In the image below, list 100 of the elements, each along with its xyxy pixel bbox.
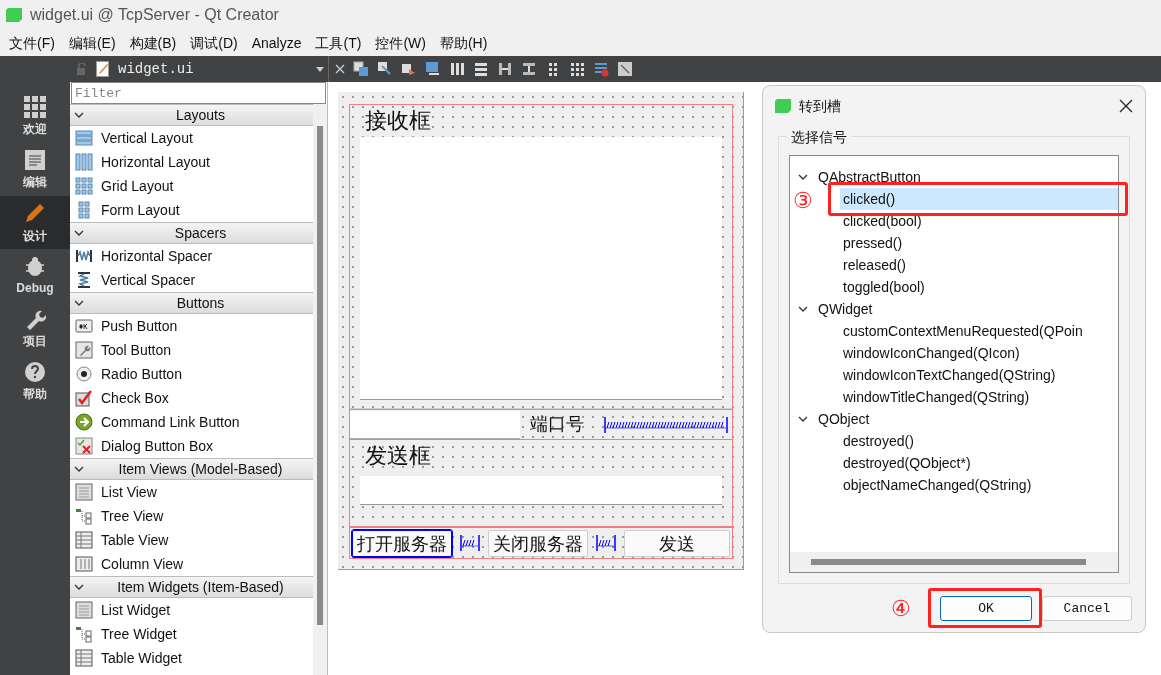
widget-list-item[interactable]: Dialog Button Box — [70, 434, 313, 458]
edit-widgets-icon[interactable] — [353, 61, 369, 77]
adjust-size-icon[interactable] — [617, 61, 633, 77]
widget-list-item[interactable]: Form Layout — [70, 198, 313, 222]
chevron-down-icon[interactable] — [798, 306, 808, 312]
edit-signals-icon[interactable] — [377, 61, 393, 77]
tree-group-row[interactable]: QAbstractButton — [790, 166, 1118, 188]
mode-button[interactable]: 欢迎 — [0, 90, 70, 143]
form-push-button[interactable]: 关闭服务器 — [488, 529, 588, 557]
mode-button[interactable]: 编辑 — [0, 143, 70, 196]
window-title: widget.ui @ TcpServer - Qt Creator — [30, 5, 279, 25]
grid-layout-icon[interactable] — [569, 61, 585, 77]
cancel-button[interactable]: Cancel — [1042, 596, 1132, 621]
menu-item[interactable]: Analyze — [244, 32, 309, 54]
horizontal-splitter-icon[interactable] — [497, 61, 513, 77]
chevron-down-icon[interactable] — [74, 230, 84, 236]
menu-item[interactable]: 工具(T) — [308, 32, 369, 54]
widget-list-item[interactable]: Radio Button — [70, 362, 313, 386]
category-header[interactable]: Layouts — [70, 104, 313, 126]
category-header[interactable]: Spacers — [70, 222, 313, 244]
menu-item[interactable]: 文件(F) — [2, 32, 62, 54]
document-icon — [24, 148, 46, 171]
signal-item[interactable]: clicked(bool) — [840, 210, 1118, 232]
mode-button[interactable]: Debug — [0, 249, 70, 302]
port-input[interactable] — [350, 410, 520, 439]
chevron-down-icon[interactable] — [74, 112, 84, 118]
close-icon[interactable] — [1119, 99, 1133, 113]
mode-button[interactable]: 设计 — [0, 196, 70, 249]
bug-icon — [24, 254, 46, 277]
widget-list-item[interactable]: Vertical Layout — [70, 126, 313, 150]
annotation-number: ③ — [793, 187, 813, 215]
vertical-splitter-icon[interactable] — [521, 61, 537, 77]
widget-list-item[interactable]: Table Widget — [70, 646, 313, 670]
chevron-down-icon[interactable] — [74, 584, 84, 590]
category-header[interactable]: Item Views (Model-Based) — [70, 458, 313, 480]
vertical-layout-icon — [75, 129, 93, 147]
signal-item[interactable]: clicked() — [840, 188, 1118, 210]
signal-item[interactable]: pressed() — [840, 232, 1118, 254]
widget-list-item[interactable]: Tool Button — [70, 338, 313, 362]
grid-layout-icon — [75, 177, 93, 195]
signal-item[interactable]: customContextMenuRequested(QPoin — [840, 320, 1118, 342]
break-layout-icon[interactable] — [593, 61, 609, 77]
form-push-button[interactable]: 打开服务器 — [352, 529, 452, 557]
signal-item[interactable]: destroyed() — [840, 430, 1118, 452]
mode-button[interactable]: 项目 — [0, 302, 70, 355]
ok-button-icon — [75, 317, 93, 335]
form-push-button[interactable]: 发送 — [624, 529, 730, 557]
widget-list-item[interactable]: Tree View — [70, 504, 313, 528]
scrollbar[interactable] — [313, 104, 327, 675]
chevron-down-icon[interactable] — [798, 416, 808, 422]
edit-buddies-icon[interactable] — [401, 61, 417, 77]
widget-list-item[interactable]: Horizontal Layout — [70, 150, 313, 174]
widget-list-item[interactable]: Check Box — [70, 386, 313, 410]
app-logo-icon — [775, 99, 791, 113]
widget-list-item[interactable]: Column View — [70, 552, 313, 576]
widget-list-item[interactable]: Horizontal Spacer — [70, 244, 313, 268]
widget-list-item[interactable]: Push Button — [70, 314, 313, 338]
mode-button[interactable]: 帮助 — [0, 355, 70, 408]
signal-item[interactable]: released() — [840, 254, 1118, 276]
ok-button[interactable]: OK — [940, 596, 1032, 621]
horizontal-scrollbar[interactable] — [790, 552, 1118, 572]
form-layout-icon — [75, 201, 93, 219]
arrow-circle-icon — [75, 413, 93, 431]
rows-icon[interactable] — [473, 61, 489, 77]
widget-list-item[interactable]: List Widget — [70, 598, 313, 622]
category-header[interactable]: Item Widgets (Item-Based) — [70, 576, 313, 598]
signal-item[interactable]: destroyed(QObject*) — [840, 452, 1118, 474]
menu-item[interactable]: 调试(D) — [183, 32, 245, 54]
signal-item[interactable]: windowTitleChanged(QString) — [840, 386, 1118, 408]
widget-list-item[interactable]: Command Link Button — [70, 410, 313, 434]
list-icon — [75, 601, 93, 619]
wrench-button-icon — [75, 341, 93, 359]
send-text-field[interactable] — [360, 476, 722, 505]
signal-item[interactable]: toggled(bool) — [840, 276, 1118, 298]
widget-list-item[interactable]: Grid Layout — [70, 174, 313, 198]
menu-item[interactable]: 构建(B) — [122, 32, 184, 54]
columns-icon — [75, 555, 93, 573]
menu-item[interactable]: 编辑(E) — [61, 32, 123, 54]
signal-item[interactable]: windowIconTextChanged(QString) — [840, 364, 1118, 386]
tree-group-row[interactable]: QWidget — [790, 298, 1118, 320]
edit-tab-order-icon[interactable] — [425, 61, 441, 77]
menu-item[interactable]: 帮助(H) — [432, 32, 495, 54]
chevron-down-icon[interactable] — [798, 174, 808, 180]
widget-list-item[interactable]: Vertical Spacer — [70, 268, 313, 292]
category-header[interactable]: Buttons — [70, 292, 313, 314]
tree-icon — [75, 625, 93, 643]
tree-group-row[interactable]: QObject — [790, 408, 1118, 430]
chevron-down-icon[interactable] — [74, 466, 84, 472]
columns-icon[interactable] — [449, 61, 465, 77]
widget-list-item[interactable]: Table View — [70, 528, 313, 552]
signal-item[interactable]: objectNameChanged(QString) — [840, 474, 1118, 496]
spacer-drawing — [460, 533, 480, 553]
widget-list-item[interactable]: List View — [70, 480, 313, 504]
widget-list-item[interactable]: Tree Widget — [70, 622, 313, 646]
filter-field[interactable]: Filter — [71, 82, 326, 104]
caret-icon[interactable] — [316, 66, 324, 72]
chevron-down-icon[interactable] — [74, 300, 84, 306]
signal-item[interactable]: windowIconChanged(QIcon) — [840, 342, 1118, 364]
file-name[interactable]: widget.ui — [118, 58, 308, 80]
menu-item[interactable]: 控件(W) — [368, 32, 433, 54]
